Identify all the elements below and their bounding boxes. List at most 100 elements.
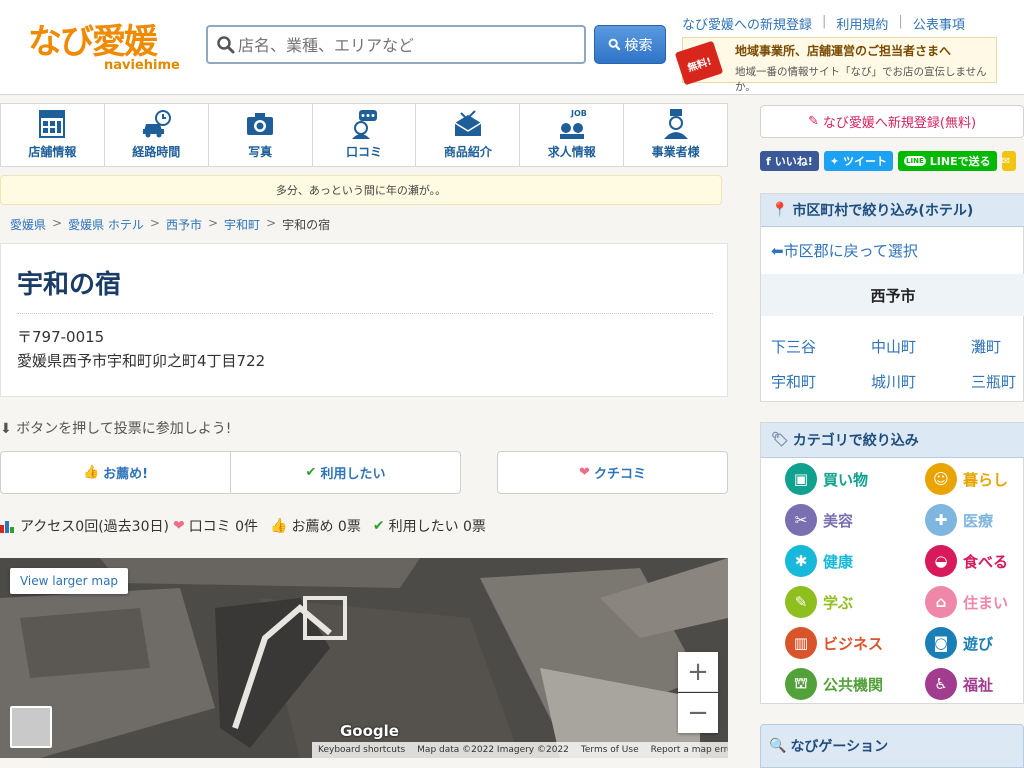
zoom-out-button[interactable]: − — [678, 693, 718, 733]
keyboard-shortcuts-link[interactable]: Keyboard shortcuts — [318, 745, 405, 755]
category-learning[interactable]: ✎ 学ぶ — [785, 586, 925, 618]
social-buttons: f いいね! ✦ ツイート LINE LINEで送る ✉ — [760, 151, 1016, 171]
nav-products[interactable]: 商品紹介 — [416, 104, 521, 166]
category-business[interactable]: ▥ ビジネス — [785, 627, 925, 659]
search-button-label: 検索 — [624, 37, 653, 54]
twitter-label: ツイート — [843, 155, 888, 168]
vote-buttons: 👍 お薦め! ✔ 利用したい — [0, 451, 461, 494]
public-building-icon: ⛫ — [785, 668, 817, 700]
nav-shop-info[interactable]: 店舗情報 — [1, 104, 105, 166]
family-icon: ☺ — [925, 463, 957, 495]
link-register[interactable]: なび愛媛への新規登録 — [682, 14, 812, 33]
recommend-button[interactable]: 👍 お薦め! — [1, 452, 230, 493]
nav-route-time[interactable]: 経路時間 — [105, 104, 209, 166]
search-button[interactable]: 検索 — [594, 25, 666, 64]
wheelchair-icon: ♿ — [925, 668, 957, 700]
recommend-count: お薦め 0票 — [291, 519, 361, 535]
heart-icon: ❤ — [579, 465, 590, 480]
nav-photos[interactable]: 写真 — [209, 104, 313, 166]
business-icon — [663, 109, 688, 139]
mail-share-button[interactable]: ✉ — [1001, 151, 1016, 171]
recommend-label: お薦め! — [103, 467, 149, 482]
breadcrumb-ehime[interactable]: 愛媛県 — [10, 216, 46, 233]
mail-icon: ✉ — [1001, 155, 1010, 167]
category-shopping[interactable]: ▣ 買い物 — [785, 463, 925, 495]
nav-label: 写真 — [248, 145, 273, 159]
register-button[interactable]: ✎ なび愛媛へ新規登録(無料) — [760, 105, 1024, 138]
category-label: 美容 — [823, 511, 854, 530]
facebook-icon: f — [766, 154, 771, 168]
nav-business[interactable]: 事業者様 — [624, 104, 727, 166]
view-larger-map-link[interactable]: View larger map — [10, 568, 128, 594]
shop-address: 愛媛県西予市宇和町卯之町4丁目722 — [17, 352, 266, 370]
category-welfare[interactable]: ♿ 福祉 — [925, 668, 1024, 700]
breadcrumb-seiyo[interactable]: 西予市 — [166, 216, 202, 233]
category-living[interactable]: ☺ 暮らし — [925, 463, 1024, 495]
tag-icon: 🏷 — [771, 432, 789, 448]
navigation-heading-label: なびゲーション — [790, 739, 889, 755]
nav-label: 事業者様 — [651, 145, 700, 159]
nav-label: 口コミ — [346, 145, 383, 159]
selected-city: 西予市 — [761, 274, 1024, 316]
search-box — [206, 25, 586, 64]
area-filter-panel: 📍 市区町村で絞り込み(ホテル) ⬅市区郡に戻って選択 西予市 下三谷 中山町 … — [760, 193, 1024, 402]
category-housing[interactable]: ⌂ 住まい — [925, 586, 1024, 618]
twitter-tweet-button[interactable]: ✦ ツイート — [823, 151, 894, 171]
shopping-bag-icon: ▣ — [785, 463, 817, 495]
promo-subtitle: 地域一番の情報サイト「なび」でお店の宣伝しませんか。 — [735, 66, 987, 93]
link-separator: | — [898, 14, 903, 29]
report-error-link[interactable]: Report a map error — [651, 745, 728, 755]
town-link[interactable]: 灘町 — [971, 336, 1024, 357]
link-disclosure[interactable]: 公表事項 — [913, 14, 965, 33]
map-footer: Keyboard shortcuts Map data ©2022 Imager… — [312, 742, 728, 758]
satellite-map[interactable]: View larger map + − Google Keyboard shor… — [0, 558, 728, 758]
zoom-in-button[interactable]: + — [678, 652, 718, 692]
want-use-label: 利用したい — [320, 467, 386, 482]
breadcrumb: 愛媛県 > 愛媛県 ホテル > 西予市 > 宇和町 > 宇和の宿 — [10, 216, 330, 233]
breadcrumb-sep: > — [149, 216, 160, 230]
category-health[interactable]: ✱ 健康 — [785, 545, 925, 577]
town-list: 下三谷 中山町 灘町 宇和町 城川町 三瓶町 — [771, 336, 1024, 392]
category-medical[interactable]: ✚ 医療 — [925, 504, 1024, 536]
terms-link[interactable]: Terms of Use — [581, 745, 639, 755]
promo-title: 地域事業所、店舗運営のご担当者さまへ — [735, 44, 952, 58]
category-beauty[interactable]: ✂ 美容 — [785, 504, 925, 536]
want-use-button[interactable]: ✔ 利用したい — [230, 452, 460, 493]
nav-reviews[interactable]: 口コミ — [313, 104, 417, 166]
breadcrumb-current: 宇和の宿 — [282, 218, 331, 232]
info-icon — [39, 110, 66, 138]
breadcrumb-uwacho[interactable]: 宇和町 — [224, 216, 260, 233]
area-heading-label: 市区町村で絞り込み(ホテル) — [792, 203, 974, 219]
nav-jobs[interactable]: JOB 求人情報 — [520, 104, 625, 166]
category-label: 福祉 — [963, 675, 994, 694]
access-count: アクセス0回(過去30日) — [20, 519, 169, 535]
line-share-button[interactable]: LINE LINEで送る — [898, 151, 997, 171]
town-link[interactable]: 城川町 — [871, 371, 971, 392]
breadcrumb-ehime-hotel[interactable]: 愛媛県 ホテル — [68, 216, 144, 233]
link-terms[interactable]: 利用規約 — [836, 14, 888, 33]
postal-code: 〒797-0015 — [17, 328, 105, 346]
map-pin-icon: 📍 — [771, 202, 789, 218]
site-logo[interactable]: なび愛媛 naviehime — [28, 22, 180, 78]
kuchikomi-button[interactable]: ❤ クチコミ — [497, 451, 728, 494]
promo-banner[interactable]: 無料! 地域事業所、店舗運営のご担当者さまへ 地域一番の情報サイト「なび」でお店… — [674, 37, 997, 93]
map-type-toggle[interactable] — [10, 706, 52, 748]
category-food[interactable]: ◒ 食べる — [925, 545, 1024, 577]
back-to-district-link[interactable]: ⬅市区郡に戻って選択 — [771, 240, 918, 261]
kuchikomi-label: クチコミ — [593, 467, 646, 482]
town-link[interactable]: 三瓶町 — [971, 371, 1024, 392]
divider — [17, 313, 713, 314]
heart-icon: ❤ — [172, 518, 185, 534]
facebook-like-button[interactable]: f いいね! — [760, 151, 819, 171]
category-play[interactable]: ◙ 遊び — [925, 627, 1024, 659]
register-label: なび愛媛へ新規登録(無料) — [822, 116, 977, 131]
town-link[interactable]: 中山町 — [871, 336, 971, 357]
building-icon: ▥ — [785, 627, 817, 659]
town-link[interactable]: 下三谷 — [771, 336, 871, 357]
town-link[interactable]: 宇和町 — [771, 371, 871, 392]
category-public[interactable]: ⛫ 公共機関 — [785, 668, 925, 700]
line-icon: LINE — [904, 156, 926, 166]
pencil-note-icon: ✎ — [785, 586, 817, 618]
thumbs-up-icon: 👍 — [270, 518, 288, 534]
search-input[interactable] — [238, 29, 578, 61]
